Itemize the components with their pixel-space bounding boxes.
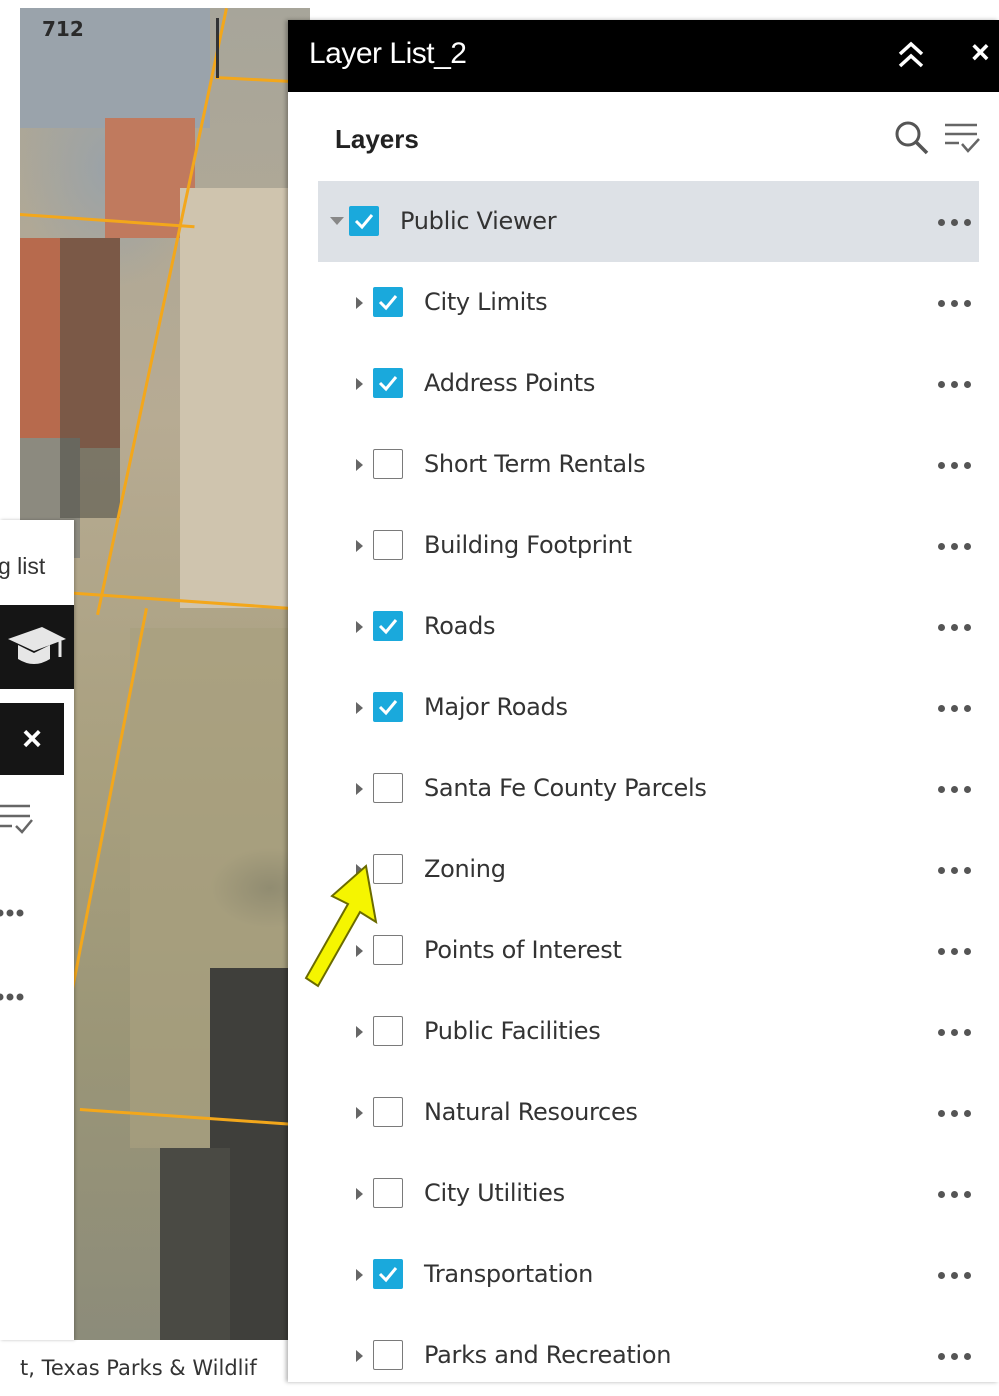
layer-label: Short Term Rentals (424, 450, 646, 478)
layer-checkbox[interactable] (373, 368, 403, 398)
layer-row[interactable]: Building Footprint (318, 505, 979, 586)
more-icon[interactable] (938, 293, 974, 313)
expand-caret-icon[interactable] (356, 378, 363, 390)
more-icon[interactable] (0, 982, 26, 1008)
more-icon[interactable] (938, 212, 974, 232)
expand-caret-icon[interactable] (356, 540, 363, 552)
layer-row[interactable]: Points of Interest (318, 910, 979, 991)
layer-checkbox[interactable] (373, 1340, 403, 1370)
layer-checkbox[interactable] (373, 530, 403, 560)
more-icon[interactable] (938, 1346, 974, 1366)
layer-row[interactable]: Roads (318, 586, 979, 667)
map-attribution: t, Texas Parks & Wildlif (20, 1356, 257, 1380)
layer-row[interactable]: Zoning (318, 829, 979, 910)
expand-caret-icon[interactable] (356, 459, 363, 471)
layer-list-panel: Layer List_2 × Layers Public Viewer City… (288, 20, 999, 1382)
close-icon[interactable]: × (971, 34, 990, 71)
panel-header: Layer List_2 × (288, 20, 999, 92)
more-icon[interactable] (938, 779, 974, 799)
filter-list-icon[interactable] (0, 802, 36, 838)
left-widget-toolbar[interactable] (0, 605, 74, 689)
more-icon[interactable] (938, 536, 974, 556)
layer-checkbox[interactable] (373, 692, 403, 722)
layer-label: Transportation (424, 1260, 594, 1288)
layer-row[interactable]: Public Facilities (318, 991, 979, 1072)
expand-caret-icon[interactable] (356, 1026, 363, 1038)
map-yard (180, 188, 290, 608)
expand-caret-icon[interactable] (356, 783, 363, 795)
filter-list-icon[interactable] (943, 120, 981, 156)
layer-label: Parks and Recreation (424, 1341, 672, 1369)
annotation-arrow (304, 864, 378, 988)
expand-caret-icon[interactable] (356, 1269, 363, 1281)
left-widget-panel: g list × (0, 520, 74, 1340)
layer-label: Address Points (424, 369, 596, 397)
more-icon[interactable] (938, 374, 974, 394)
search-icon[interactable] (894, 120, 930, 156)
panel-title: Layer List_2 (309, 37, 467, 70)
layer-label: Natural Resources (424, 1098, 638, 1126)
layer-checkbox[interactable] (373, 449, 403, 479)
layer-checkbox[interactable] (373, 287, 403, 317)
layer-label: Points of Interest (424, 936, 622, 964)
layer-label: Building Footprint (424, 531, 632, 559)
collapse-icon[interactable] (894, 38, 928, 72)
layer-row[interactable]: Natural Resources (318, 1072, 979, 1153)
expand-caret-icon[interactable] (356, 702, 363, 714)
layer-row[interactable]: City Utilities (318, 1153, 979, 1234)
layer-row[interactable]: Parks and Recreation (318, 1315, 979, 1396)
layer-checkbox[interactable] (373, 1016, 403, 1046)
layer-checkbox[interactable] (373, 611, 403, 641)
layer-label: Public Viewer (400, 207, 557, 235)
more-icon[interactable] (938, 860, 974, 880)
collapse-caret-icon[interactable] (330, 217, 344, 225)
expand-caret-icon[interactable] (356, 1188, 363, 1200)
more-icon[interactable] (938, 1022, 974, 1042)
layer-row[interactable]: Short Term Rentals (318, 424, 979, 505)
parcel-line (216, 18, 219, 78)
map-shadow (60, 238, 120, 518)
layer-row[interactable]: Santa Fe County Parcels (318, 748, 979, 829)
layer-row[interactable]: Major Roads (318, 667, 979, 748)
more-icon[interactable] (938, 1184, 974, 1204)
layer-group-public-viewer[interactable]: Public Viewer (318, 181, 979, 262)
layer-checkbox[interactable] (373, 773, 403, 803)
map-shadow (160, 1148, 230, 1348)
layer-row[interactable]: Transportation (318, 1234, 979, 1315)
layer-label: Public Facilities (424, 1017, 601, 1045)
layer-checkbox[interactable] (349, 206, 379, 236)
layer-label: Zoning (424, 855, 506, 883)
expand-caret-icon[interactable] (356, 1350, 363, 1362)
layer-checkbox[interactable] (373, 1259, 403, 1289)
expand-caret-icon[interactable] (356, 621, 363, 633)
layer-label: City Utilities (424, 1179, 565, 1207)
more-icon[interactable] (938, 941, 974, 961)
left-panel-label: g list (0, 553, 46, 579)
expand-caret-icon[interactable] (356, 1107, 363, 1119)
more-icon[interactable] (938, 698, 974, 718)
more-icon[interactable] (938, 1265, 974, 1285)
section-title: Layers (335, 124, 419, 154)
more-icon[interactable] (938, 455, 974, 475)
layer-label: Santa Fe County Parcels (424, 774, 707, 802)
layer-row[interactable]: Address Points (318, 343, 979, 424)
left-panel-close-button[interactable]: × (0, 703, 64, 775)
layer-label: Major Roads (424, 693, 568, 721)
layer-row[interactable]: City Limits (318, 262, 979, 343)
layer-label: City Limits (424, 288, 548, 316)
parcel-number-label: 712 (42, 17, 84, 41)
layer-label: Roads (424, 612, 496, 640)
layer-checkbox[interactable] (373, 1097, 403, 1127)
more-icon[interactable] (0, 898, 26, 924)
graduation-cap-icon[interactable] (4, 617, 68, 677)
more-icon[interactable] (938, 617, 974, 637)
expand-caret-icon[interactable] (356, 297, 363, 309)
layer-checkbox[interactable] (373, 1178, 403, 1208)
more-icon[interactable] (938, 1103, 974, 1123)
